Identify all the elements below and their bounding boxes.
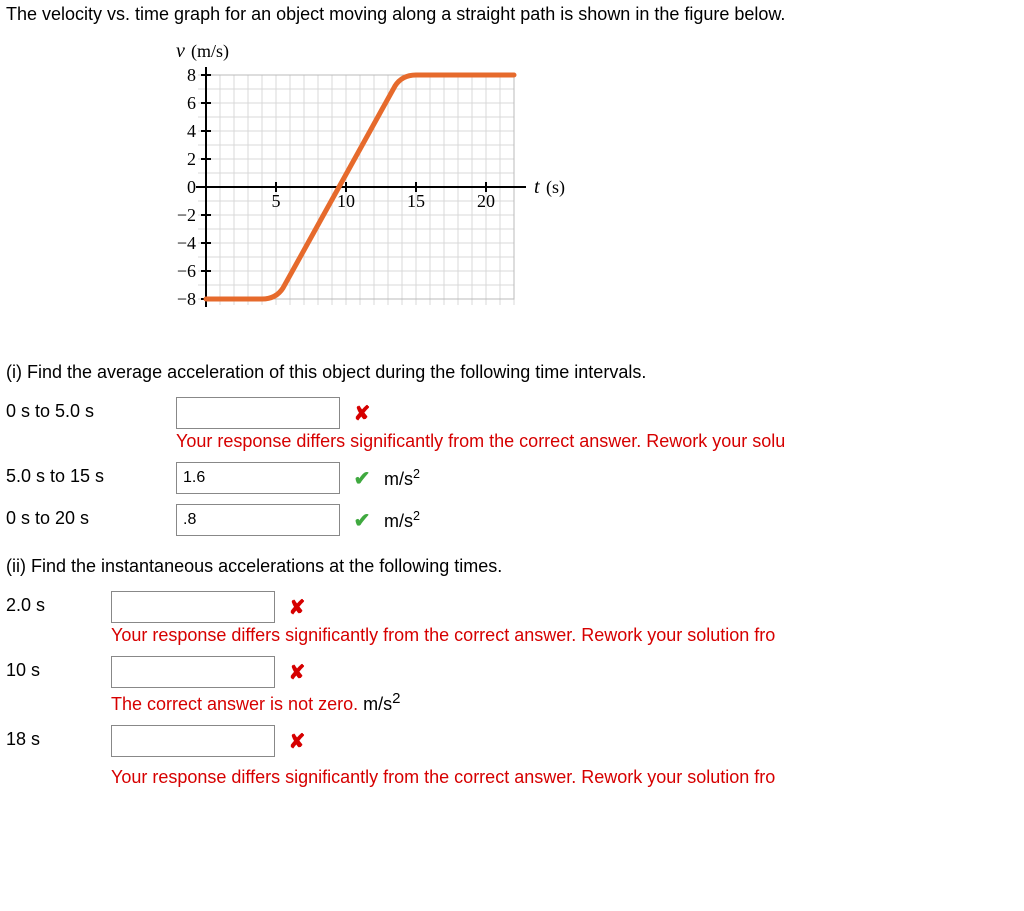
unit-i3: m/s2 <box>384 509 420 532</box>
svg-text:−6: −6 <box>177 261 196 281</box>
svg-text:v: v <box>176 40 185 62</box>
part-i-text: (i) Find the average acceleration of thi… <box>6 362 1018 383</box>
svg-text:6: 6 <box>187 93 196 113</box>
svg-text:10: 10 <box>337 191 355 211</box>
svg-text:−2: −2 <box>177 205 196 225</box>
interval-0-5: 0 s to 5.0 s <box>6 397 176 422</box>
wrong-icon: ✘ <box>287 662 307 682</box>
answer-input-ii3[interactable] <box>111 725 275 757</box>
check-icon: ✔ <box>352 510 372 530</box>
feedback-ii1: Your response differs significantly from… <box>111 625 775 646</box>
svg-text:20: 20 <box>477 191 495 211</box>
interval-5-15: 5.0 s to 15 s <box>6 462 176 487</box>
interval-0-20: 0 s to 20 s <box>6 504 176 529</box>
velocity-time-graph: 8 6 4 2 0 −2 −4 −6 −8 5 10 15 20 v (m/s)… <box>156 37 1018 342</box>
wrong-icon: ✘ <box>352 403 372 423</box>
svg-text:15: 15 <box>407 191 425 211</box>
svg-text:t: t <box>534 176 540 198</box>
answer-input-i2[interactable] <box>176 462 340 494</box>
svg-text:2: 2 <box>187 149 196 169</box>
svg-text:8: 8 <box>187 65 196 85</box>
time-18s: 18 s <box>6 725 111 750</box>
svg-text:−4: −4 <box>177 233 196 253</box>
feedback-ii2: The correct answer is not zero. m/s2 <box>111 690 400 715</box>
feedback-cutoff: Your response differs significantly from… <box>111 767 1018 788</box>
svg-text:(s): (s) <box>546 177 565 198</box>
question-prompt: The velocity vs. time graph for an objec… <box>6 4 1018 25</box>
svg-text:0: 0 <box>187 177 196 197</box>
svg-text:(m/s): (m/s) <box>191 41 229 62</box>
answer-input-i3[interactable] <box>176 504 340 536</box>
time-2s: 2.0 s <box>6 591 111 616</box>
part-ii-text: (ii) Find the instantaneous acceleration… <box>6 556 1018 577</box>
svg-text:−8: −8 <box>177 289 196 309</box>
answer-input-ii2[interactable] <box>111 656 275 688</box>
check-icon: ✔ <box>352 468 372 488</box>
svg-text:4: 4 <box>187 121 196 141</box>
feedback-i1: Your response differs significantly from… <box>176 431 785 452</box>
answer-input-i1[interactable] <box>176 397 340 429</box>
time-10s: 10 s <box>6 656 111 681</box>
answer-input-ii1[interactable] <box>111 591 275 623</box>
svg-text:5: 5 <box>272 191 281 211</box>
unit-i2: m/s2 <box>384 467 420 490</box>
wrong-icon: ✘ <box>287 597 307 617</box>
wrong-icon: ✘ <box>287 731 307 751</box>
